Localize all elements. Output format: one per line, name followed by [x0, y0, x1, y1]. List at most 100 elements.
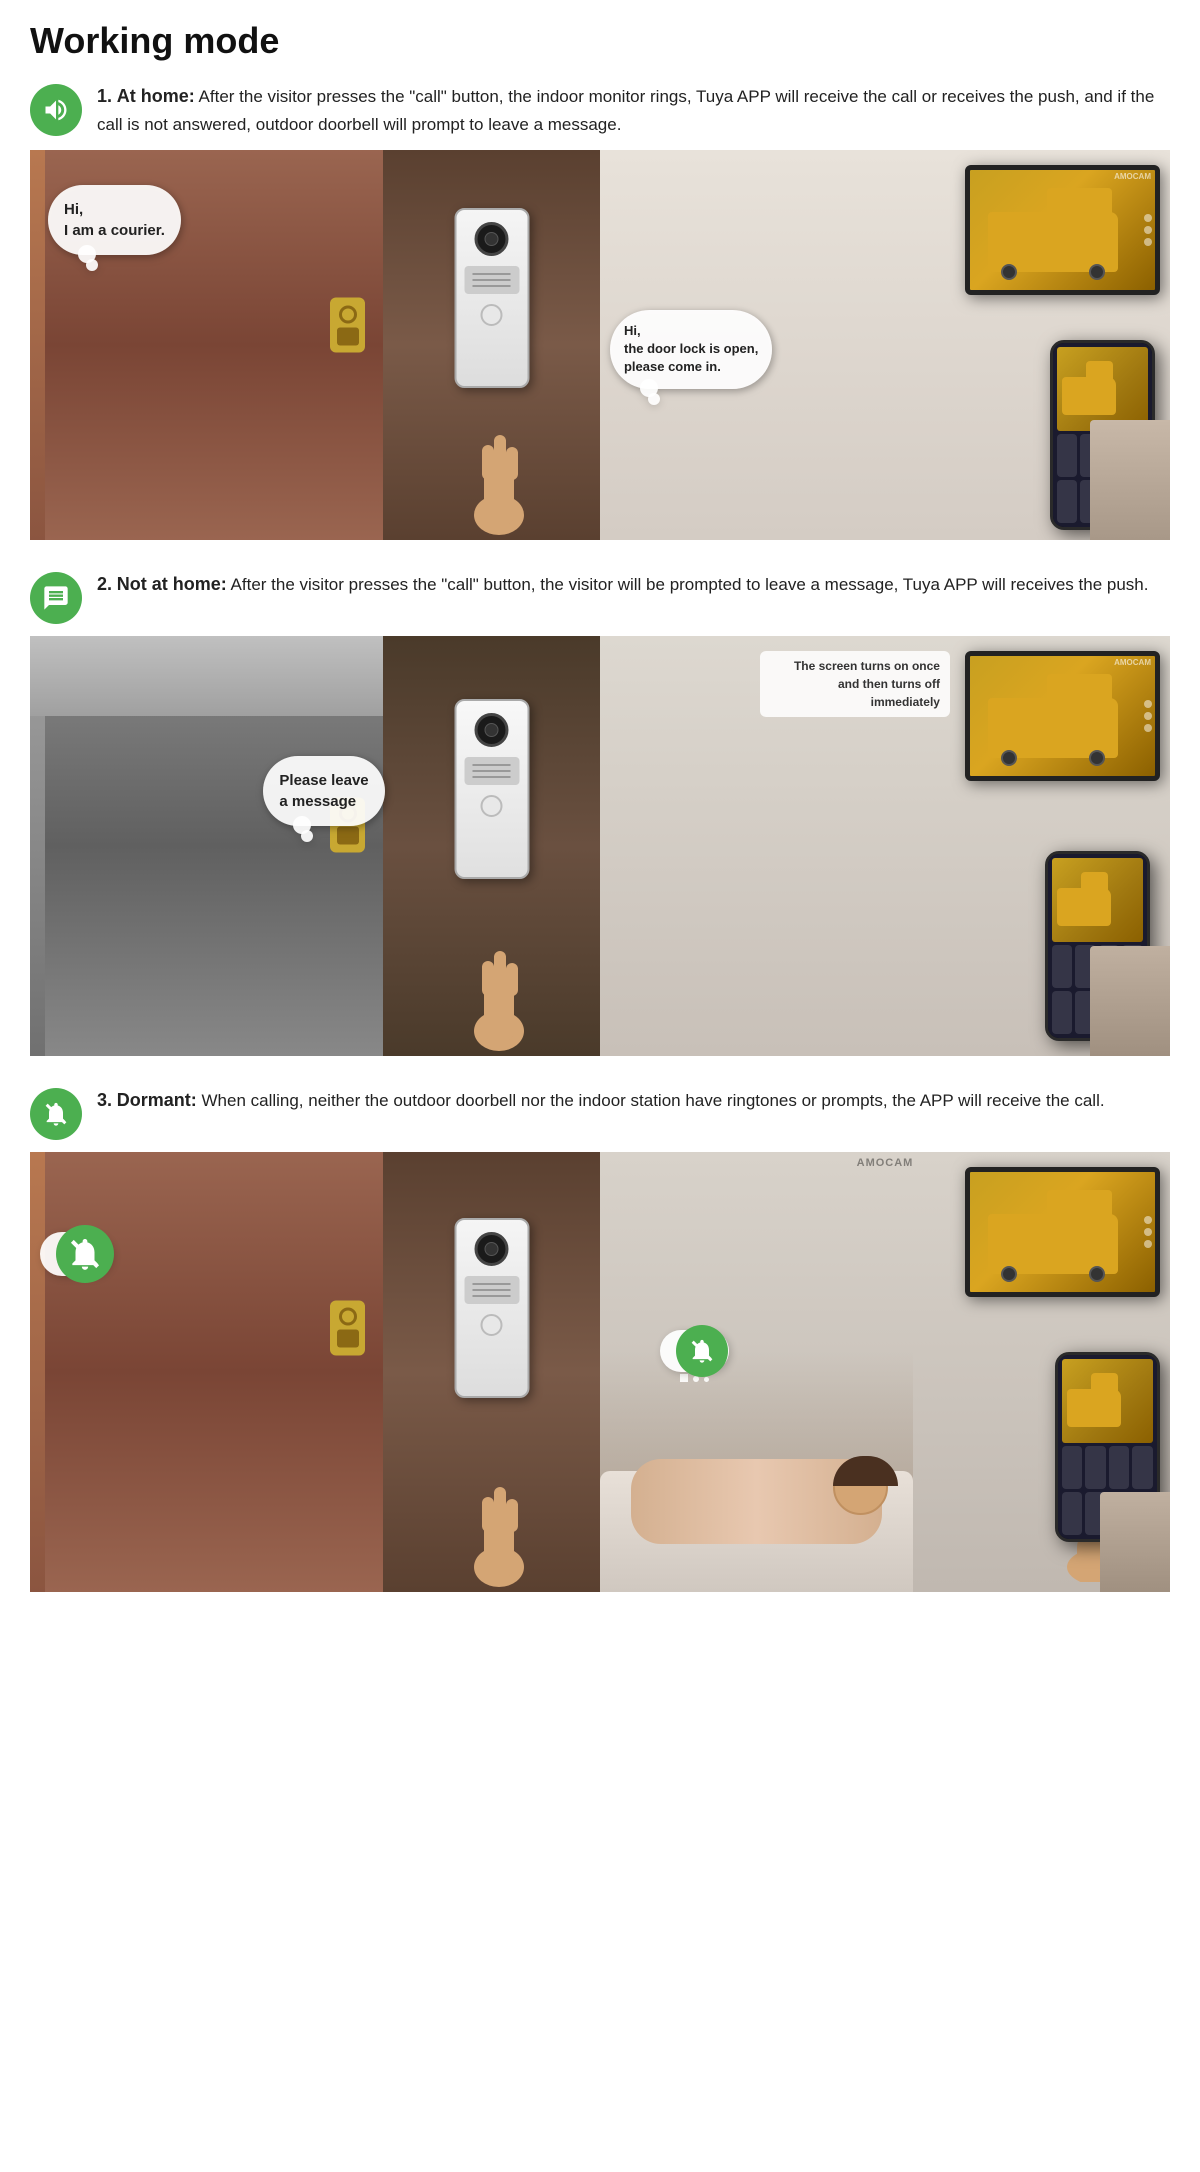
mode-dormant-label: 3.	[97, 1090, 112, 1110]
mute-bell-icon-outdoor	[66, 1235, 104, 1273]
hand-svg-1	[464, 405, 534, 535]
mute-badge-indoor	[676, 1325, 728, 1377]
spk-line-2	[473, 776, 511, 778]
mode-not-at-home-description: After the visitor presses the "call" but…	[231, 575, 1149, 594]
doorbell-button-3	[481, 1314, 503, 1336]
visitor-bubble-1-text: Hi, I am a courier.	[64, 201, 165, 239]
van-shape-1	[988, 212, 1118, 272]
screen-note-text: The screen turns on once and then turns …	[794, 659, 940, 709]
doorbell-unit-3	[454, 1218, 529, 1398]
mode-at-home-header: 1. At home: After the visitor presses th…	[30, 82, 1170, 138]
spk-line-3	[473, 1295, 511, 1297]
door-frame-top	[30, 636, 383, 716]
scene-2-right-panel: The screen turns on once and then turns …	[600, 636, 1170, 1056]
hand-svg-3	[464, 1457, 534, 1587]
monitor-display-2: AMOCAM	[965, 651, 1160, 781]
mode-not-at-home-section: 2. Not at home: After the visitor presse…	[30, 570, 1170, 1056]
spk-line	[473, 285, 511, 287]
van-wheel-r-2	[1089, 750, 1105, 766]
monitor-display-1: AMOCAM	[965, 165, 1160, 295]
not-at-home-icon	[30, 572, 82, 624]
app-icon	[1052, 945, 1073, 988]
furniture-hint-2	[1090, 946, 1170, 1056]
at-home-icon	[30, 84, 82, 136]
m-icon-dot	[1144, 238, 1152, 246]
mode-dormant-description: When calling, neither the outdoor doorbe…	[201, 1091, 1104, 1110]
van-wheel-r	[1089, 264, 1105, 280]
scene-3-middle-panel	[383, 1152, 600, 1592]
page-container: Working mode 1. At home: After the visit…	[0, 0, 1200, 1642]
lock-circle-3	[339, 1308, 357, 1326]
mode-at-home-label: 1.	[97, 86, 112, 106]
monitor-video-1: AMOCAM	[970, 170, 1155, 290]
monitor-video-2: AMOCAM	[970, 656, 1155, 776]
doorbell-speaker-1	[464, 266, 519, 294]
visitor-hand-3	[464, 1457, 534, 1592]
van-wheel-l-2	[1001, 750, 1017, 766]
phone-video-1	[1057, 347, 1148, 431]
thought-dot	[704, 1377, 709, 1382]
mode-not-at-home-header: 2. Not at home: After the visitor presse…	[30, 570, 1170, 624]
doorbell-button-1	[481, 304, 503, 326]
mute-bell-icon-indoor	[688, 1337, 716, 1365]
doorbell-speaker-2	[464, 757, 519, 785]
dormant-icon	[30, 1088, 82, 1140]
door-lock-3	[330, 1300, 365, 1355]
screen-note-2: The screen turns on once and then turns …	[760, 651, 950, 717]
lock-body-2	[337, 827, 359, 845]
van-wheel-l	[1001, 264, 1017, 280]
visitor-bubble-1: Hi, I am a courier.	[48, 185, 181, 255]
mode-at-home-label-text: At home:	[117, 86, 195, 106]
scene-1: Hi, I am a courier.	[30, 150, 1170, 540]
monitor-display-3	[965, 1167, 1160, 1297]
doorbell-unit-1	[454, 208, 529, 388]
monitor-brand-1: AMOCAM	[1114, 172, 1151, 181]
mute-badge-outdoor	[56, 1225, 114, 1283]
scene-3: Mute	[30, 1152, 1170, 1592]
mute-thought-area: Mute	[660, 1330, 729, 1372]
scene-3-door-surface	[45, 1152, 383, 1592]
mode-dormant-header: 3. Dormant: When calling, neither the ou…	[30, 1086, 1170, 1140]
van-wheel-l-3	[1001, 1266, 1017, 1282]
scene-3-door-panel: Mute	[30, 1152, 383, 1592]
mode-not-at-home-label: 2.	[97, 574, 112, 594]
van-in-phone-2	[1057, 888, 1112, 926]
furniture-hint-3	[1100, 1492, 1170, 1592]
scene-2: Please leave a message The	[30, 636, 1170, 1056]
brand-label-3: AMOCAM	[857, 1157, 914, 1169]
indoor-bubble-1: Hi, the door lock is open, please come i…	[610, 310, 772, 389]
app-icon	[1057, 480, 1078, 523]
bell-slash-icon	[42, 1100, 70, 1128]
spk-line	[473, 279, 511, 281]
app-icon	[1109, 1446, 1130, 1489]
app-icon	[1085, 1446, 1106, 1489]
doorbell-camera-1	[475, 222, 509, 256]
mute-bubble-outdoor: Mute	[40, 1232, 112, 1276]
lock-circle	[339, 305, 357, 323]
mode-at-home-description: After the visitor presses the "call" but…	[97, 87, 1154, 134]
van-shape-2	[988, 698, 1118, 758]
m-icon-dot-3	[1144, 1228, 1152, 1236]
visitor-hand-2	[464, 921, 534, 1056]
furniture-hint-1	[1090, 420, 1170, 540]
doorbell-button-2	[481, 795, 503, 817]
doorbell-speaker-3	[464, 1276, 519, 1304]
mode-at-home-text: 1. At home: After the visitor presses th…	[97, 82, 1170, 138]
hand-svg-2	[464, 921, 534, 1051]
mode-dormant-label-text: Dormant:	[117, 1090, 197, 1110]
page-title: Working mode	[30, 20, 1170, 62]
app-icon	[1057, 434, 1078, 477]
app-icon	[1062, 1446, 1083, 1489]
thought-dot	[680, 1374, 688, 1382]
doorbell-unit-2	[454, 699, 529, 879]
m-icon-dot	[1144, 214, 1152, 222]
thought-dot	[693, 1376, 699, 1382]
mute-bubble-indoor: Mute	[660, 1330, 729, 1372]
phone-video-2	[1052, 858, 1143, 942]
visitor-hand-1	[464, 405, 534, 540]
m-icon-dot-2	[1144, 724, 1152, 732]
m-icon-dot-2	[1144, 712, 1152, 720]
scene-3-right-panel: AMOCAM	[600, 1152, 1170, 1592]
mode-dormant-section: 3. Dormant: When calling, neither the ou…	[30, 1086, 1170, 1592]
app-icon	[1062, 1492, 1083, 1535]
